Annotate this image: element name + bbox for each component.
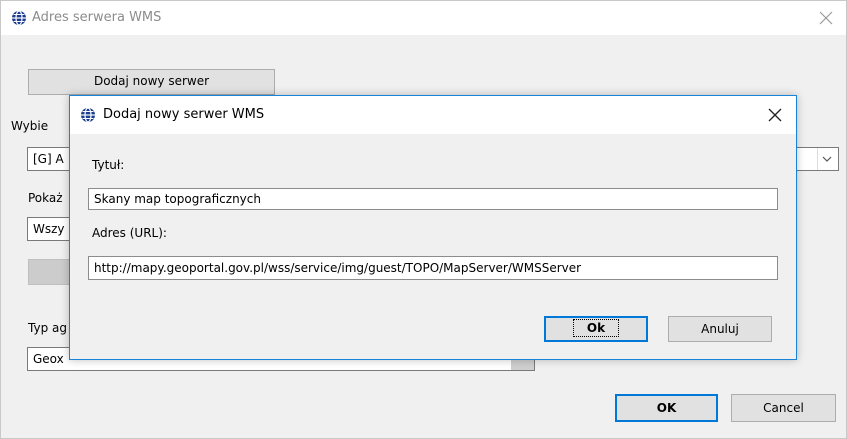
layer-type-label: Typ ag (28, 321, 67, 335)
close-icon[interactable] (764, 104, 786, 126)
dialog-ok-label: Ok (572, 319, 620, 337)
dialog-title: Dodaj nowy serwer WMS (103, 107, 265, 122)
title-field-label: Tytuł: (92, 158, 125, 172)
show-label: Pokaż (28, 191, 63, 205)
globe-icon (81, 107, 95, 123)
select-server-label: Wybie (11, 119, 49, 133)
dialog-ok-button[interactable]: Ok (544, 316, 648, 342)
add-wms-server-dialog: Dodaj nowy serwer WMS Tytuł: Skany map t… (69, 95, 797, 360)
dialog-cancel-button[interactable]: Anuluj (668, 316, 772, 342)
window-title: Adres serwera WMS (32, 10, 162, 25)
ok-button[interactable]: OK (615, 394, 718, 422)
add-server-button[interactable]: Dodaj nowy serwer (28, 69, 275, 95)
chevron-down-icon (822, 156, 832, 162)
url-field-label: Adres (URL): (92, 226, 167, 240)
title-input[interactable]: Skany map topograficznych (88, 188, 778, 210)
url-input[interactable]: http://mapy.geoportal.gov.pl/wss/service… (88, 256, 778, 280)
server-select-dropdown[interactable] (817, 148, 836, 170)
globe-icon (12, 10, 26, 26)
close-icon[interactable] (814, 6, 838, 30)
window-titlebar: Adres serwera WMS (1, 1, 846, 35)
dialog-titlebar: Dodaj nowy serwer WMS (70, 96, 796, 134)
cancel-button[interactable]: Cancel (731, 394, 836, 422)
